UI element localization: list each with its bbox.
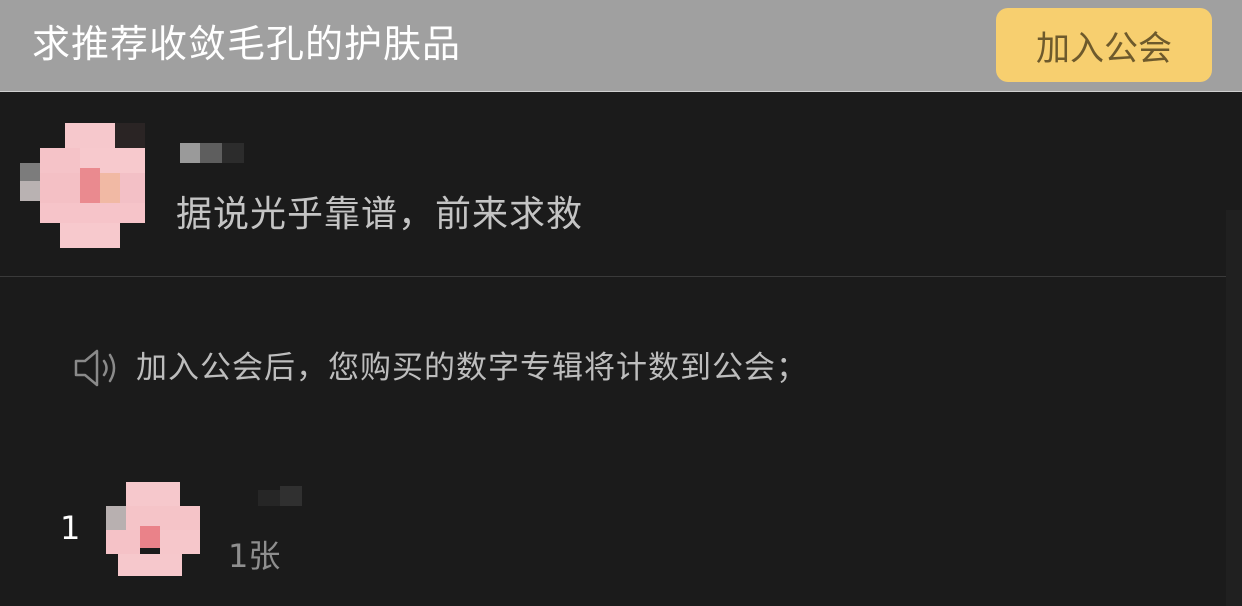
ranking-row[interactable]: 1 1张 <box>0 478 1226 588</box>
owner-name-blurred <box>180 143 260 167</box>
owner-avatar[interactable] <box>20 123 145 248</box>
guild-header: 据说光乎靠谱，前来求救 <box>0 93 1226 277</box>
notice-row: 加入公会后，您购买的数字专辑将计数到公会； <box>72 342 808 394</box>
member-avatar[interactable] <box>106 482 200 576</box>
member-album-count: 1张 <box>228 537 281 575</box>
join-guild-button[interactable]: 加入公会 <box>996 8 1212 82</box>
scrollbar[interactable] <box>1226 210 1242 606</box>
guild-title: 求推荐收敛毛孔的护肤品 <box>32 22 462 66</box>
speaker-icon <box>74 349 116 387</box>
top-bar: 求推荐收敛毛孔的护肤品 加入公会 <box>0 0 1242 92</box>
guild-description: 据说光乎靠谱，前来求救 <box>176 194 584 235</box>
notice-text: 加入公会后，您购买的数字专辑将计数到公会； <box>136 350 808 386</box>
rank-number: 1 <box>60 509 81 547</box>
member-name-blurred <box>258 482 308 512</box>
